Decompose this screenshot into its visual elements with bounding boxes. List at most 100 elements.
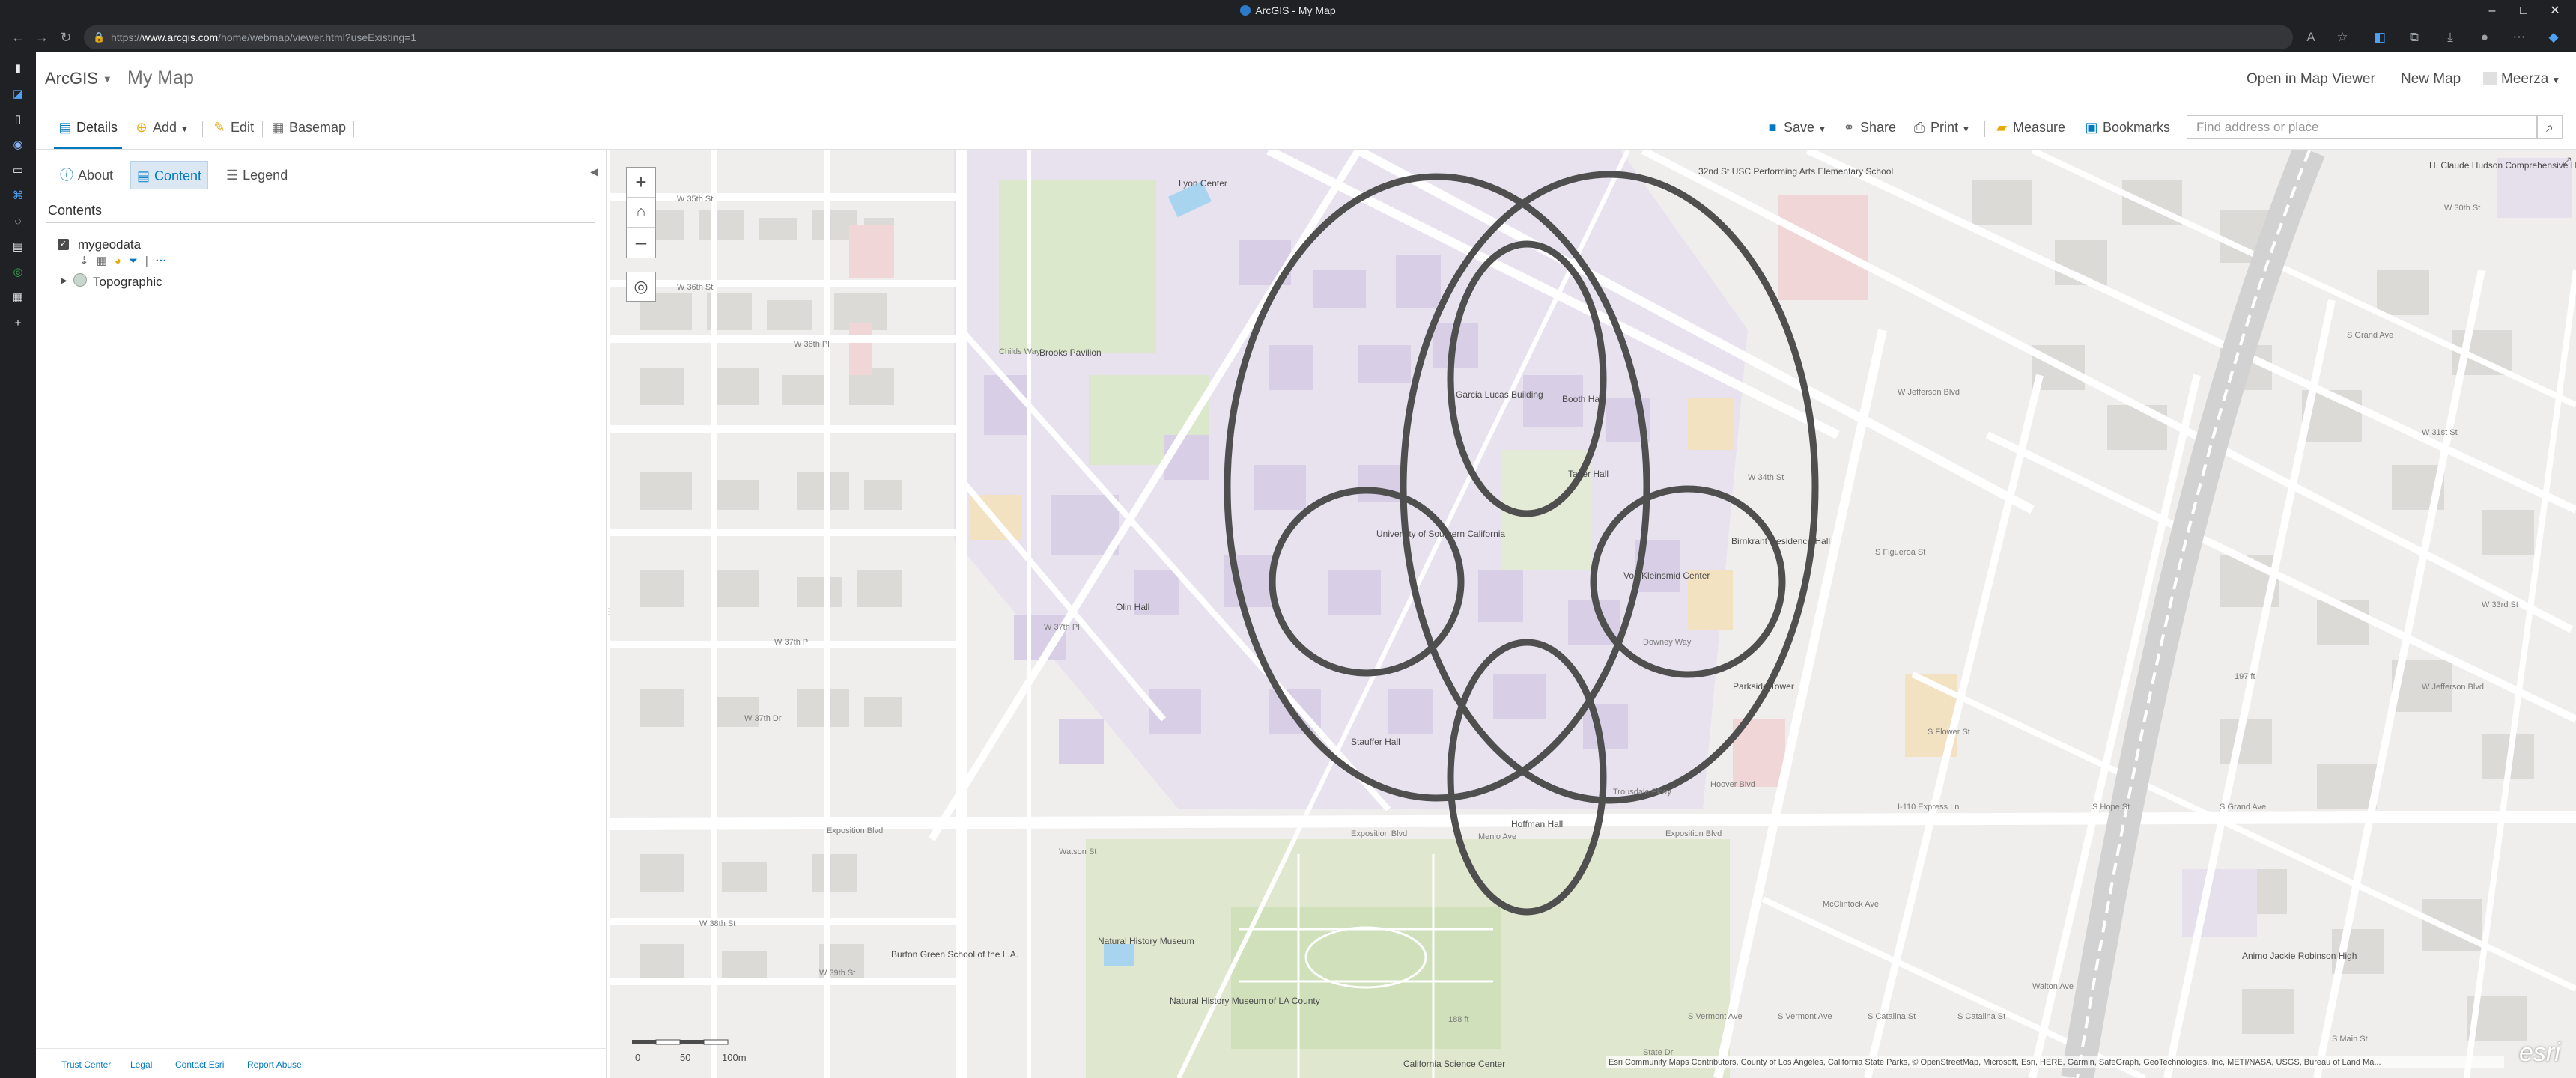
forward-icon[interactable]: →	[33, 28, 51, 46]
building-tan	[1688, 398, 1733, 450]
label-w38th: W 38th St	[699, 919, 735, 928]
collections-icon[interactable]: ⧉	[2405, 28, 2423, 46]
reload-icon[interactable]: ↻	[57, 28, 75, 46]
locate-icon[interactable]: ◎	[626, 272, 656, 302]
document-icon[interactable]: ▯	[9, 111, 27, 129]
news-icon[interactable]: ▤	[9, 238, 27, 256]
add-sidebar-icon[interactable]: +	[9, 314, 27, 332]
extension-icon[interactable]: ◧	[2371, 28, 2389, 46]
bookmarks-label: Bookmarks	[2103, 120, 2171, 135]
copilot-icon[interactable]: ◆	[2545, 28, 2563, 46]
edit-label: Edit	[231, 120, 255, 135]
label-usc: University of Southern California	[1376, 529, 1505, 539]
trust-center-link[interactable]: Trust Center	[61, 1059, 111, 1070]
save-button[interactable]: ■ Save ▼	[1766, 120, 1826, 135]
change-style-icon[interactable]: ◕	[115, 255, 121, 267]
expand-map-icon[interactable]: ⤢	[2563, 155, 2571, 168]
game-icon[interactable]: ◎	[9, 264, 27, 281]
share-button[interactable]: ⚭ Share	[1842, 120, 1896, 135]
zoom-controls: + ⌂ –	[626, 167, 656, 258]
user-name: Meerza	[2501, 71, 2549, 87]
label-lyon-center: Lyon Center	[1179, 178, 1227, 189]
downloads-icon[interactable]: ⤓	[2441, 28, 2459, 46]
map-attribution: Esri Community Maps Contributors, County…	[1606, 1056, 2504, 1068]
collapse-panel-icon[interactable]: ◀	[590, 165, 598, 178]
details-panel: ⓘ About ▤ Content ☰ Legend ◀ Contents ✓ myg…	[36, 150, 607, 1078]
label-birnkrant: Birnkrant Residence Hall	[1731, 536, 1830, 546]
new-map-link[interactable]: New Map	[2401, 71, 2461, 88]
reader-icon[interactable]: ▦	[9, 289, 27, 307]
back-icon[interactable]: ←	[9, 28, 27, 46]
chevron-down-icon: ▼	[102, 73, 112, 85]
printer-icon: ⎙	[1913, 120, 1925, 135]
green-area	[999, 180, 1156, 353]
edit-button[interactable]: ✎ Edit	[213, 120, 254, 135]
add-button[interactable]: ⊕ Add ▼	[135, 120, 188, 135]
panel-footer: Trust Center Legal Contact Esri Report A…	[36, 1048, 607, 1078]
bookmarks-button[interactable]: ▣ Bookmarks	[2085, 120, 2170, 135]
legal-link[interactable]: Legal	[130, 1059, 152, 1070]
measure-button[interactable]: ▰ Measure	[1995, 120, 2065, 135]
label-vermont-1: S Vermont Ave	[1688, 1012, 1743, 1021]
label-science-center: California Science Center	[1403, 1059, 1505, 1069]
tab-icon[interactable]: ▮	[9, 60, 27, 78]
label-exposition-2: Exposition Blvd	[1351, 829, 1407, 838]
profile-avatar-icon[interactable]: ●	[2476, 28, 2494, 46]
basemap-button[interactable]: ▦ Basemap	[271, 120, 346, 135]
zoom-in-button[interactable]: +	[627, 168, 655, 198]
label-hoffman-hall: Hoffman Hall	[1511, 819, 1563, 829]
chevron-down-icon: ▼	[1962, 125, 1970, 134]
label-hudson-center: H. Claude Hudson Comprehensive Health Ce…	[2429, 160, 2576, 171]
label-kleinsmid: Von Kleinsmid Center	[1623, 570, 1710, 581]
divider	[1984, 121, 1985, 137]
search-input[interactable]: Find address or place	[2187, 115, 2537, 139]
outlook-icon[interactable]: ◪	[9, 85, 27, 103]
more-menu-icon[interactable]: ⋯	[2510, 28, 2528, 46]
report-abuse-link[interactable]: Report Abuse	[247, 1059, 302, 1070]
url-input[interactable]: 🔒 https://www.arcgis.com/home/webmap/vie…	[84, 25, 2293, 49]
show-table-icon[interactable]: ▦	[97, 255, 107, 267]
info-icon: ⓘ	[60, 168, 73, 183]
more-options-icon[interactable]: ···	[156, 255, 167, 267]
layer-name-topographic[interactable]: Topographic	[93, 275, 162, 290]
label-exposition-1: Exposition Blvd	[827, 826, 883, 835]
arcgis-tab-icon[interactable]: ◉	[9, 136, 27, 154]
show-legend-icon[interactable]: ⇣	[79, 255, 89, 267]
divider	[202, 121, 203, 137]
layer-name-mygeodata[interactable]: mygeodata	[78, 237, 141, 252]
layer-checkbox-mygeodata[interactable]: ✓	[58, 239, 69, 250]
tab-about[interactable]: ⓘ About	[54, 161, 119, 189]
open-in-map-viewer-link[interactable]: Open in Map Viewer	[2247, 71, 2375, 88]
tab-content[interactable]: ▤ Content	[130, 161, 209, 189]
label-childs-way: Childs Way	[999, 347, 1041, 356]
network-icon[interactable]: ⌘	[9, 187, 27, 205]
user-menu[interactable]: Meerza ▼	[2483, 71, 2560, 88]
favorite-star-icon[interactable]: ☆	[2333, 28, 2351, 46]
read-aloud-icon[interactable]: A	[2302, 28, 2320, 46]
close-icon[interactable]: ✕	[2534, 0, 2576, 22]
expand-triangle-icon[interactable]: ▶	[61, 277, 67, 285]
scale-label-100m: 100m	[722, 1052, 747, 1063]
zoom-out-button[interactable]: –	[627, 228, 655, 258]
arcgis-menu[interactable]: ArcGIS ▼	[45, 69, 112, 88]
app-icon[interactable]: ◌	[9, 213, 27, 231]
chevron-down-icon: ▼	[2551, 75, 2561, 85]
search-icon[interactable]: ⌕	[2537, 115, 2563, 139]
label-burton-green: Burton Green School of the L.A.	[891, 949, 1018, 960]
print-button[interactable]: ⎙ Print ▼	[1913, 120, 1970, 135]
content-icon: ▤	[137, 168, 151, 183]
brand-label: ArcGIS	[45, 69, 98, 88]
label-hope: S Hope St	[2092, 803, 2130, 811]
tab-legend[interactable]: ☰ Legend	[220, 161, 294, 189]
label-garcia-lucas: Garcia Lucas Building	[1456, 389, 1543, 400]
filter-icon[interactable]: ⏷	[129, 255, 138, 267]
map-view[interactable]: Lyon Center Brooks Pavilion Garcia Lucas…	[610, 150, 2576, 1078]
map-title: My Map	[127, 67, 194, 88]
contact-esri-link[interactable]: Contact Esri	[175, 1059, 224, 1070]
browser-address-bar: ← → ↻ 🔒 https://www.arcgis.com/home/webm…	[0, 22, 2576, 52]
page-icon[interactable]: ▭	[9, 162, 27, 180]
details-button[interactable]: ▤ Details	[54, 120, 123, 149]
home-icon[interactable]: ⌂	[627, 198, 655, 228]
browser-sidebar: ▮ ◪ ▯ ◉ ▭ ⌘ ◌ ▤ ◎ ▦ +	[0, 52, 36, 1078]
label-w30th: W 30th St	[2444, 204, 2480, 213]
